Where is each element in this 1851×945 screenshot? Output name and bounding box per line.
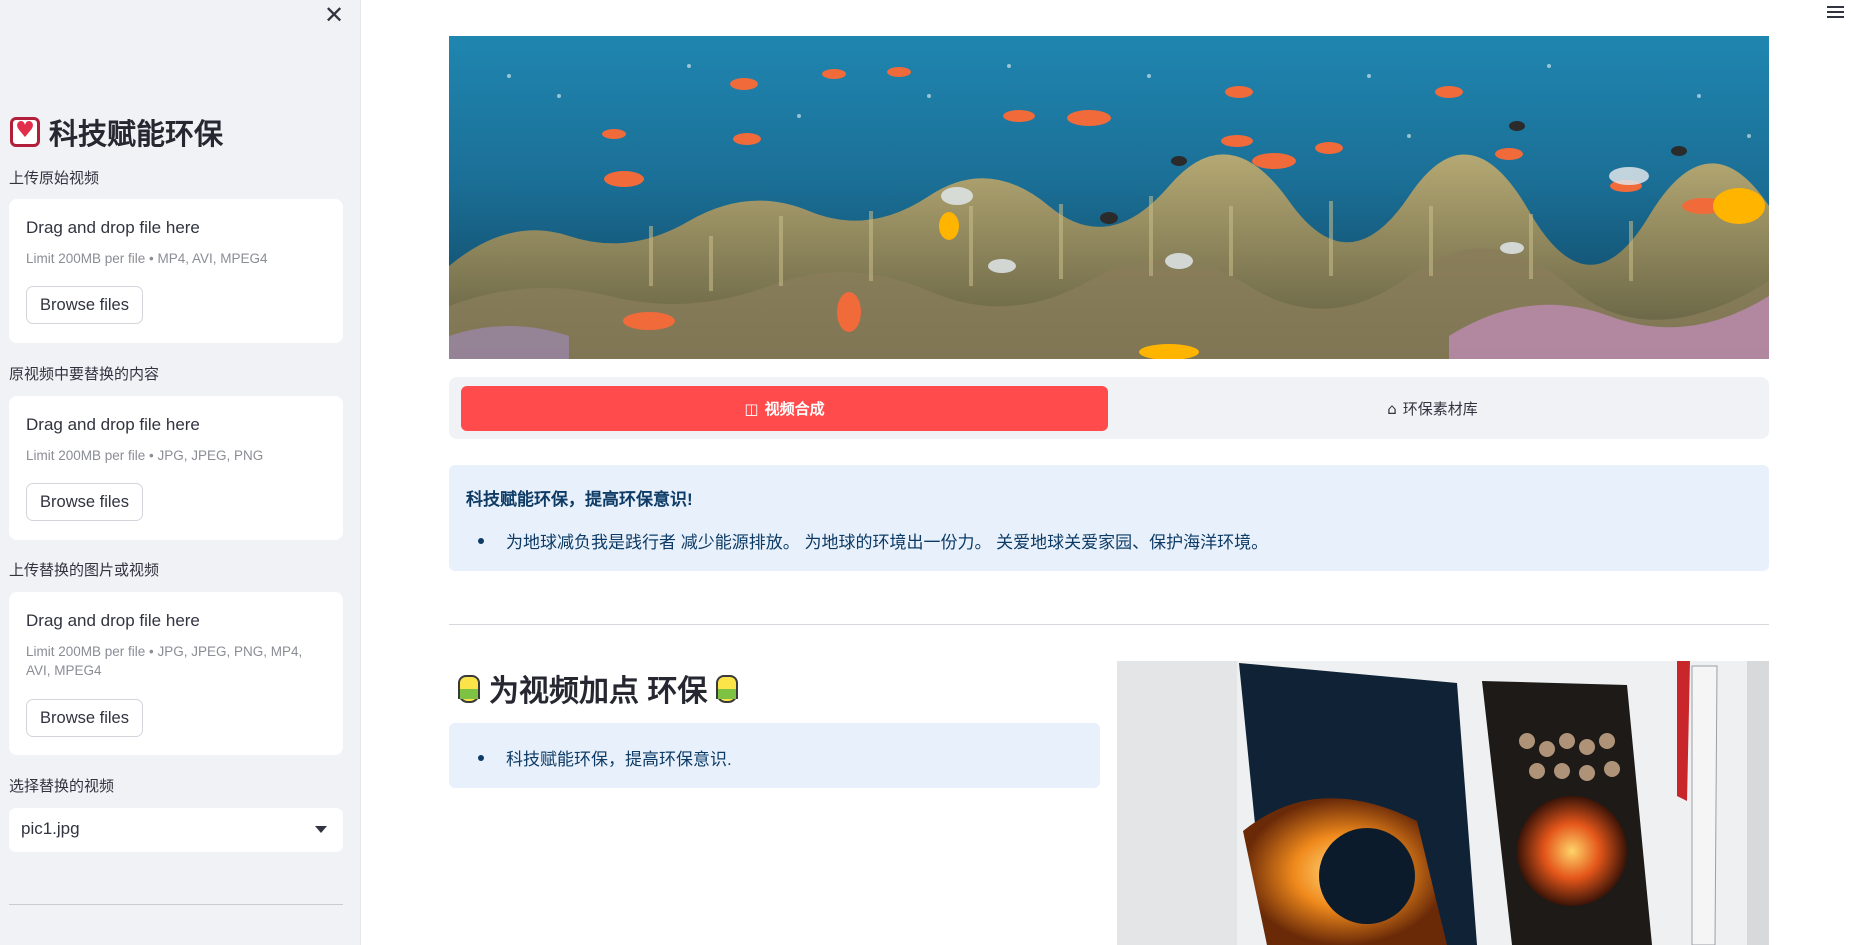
upload-original-label: 上传原始视频 — [9, 170, 100, 187]
close-icon[interactable]: ✕ — [322, 3, 346, 27]
tab-video-synthesis[interactable]: ◫ 视频合成 — [461, 386, 1108, 431]
sidebar-title-text: 科技赋能环保 — [49, 119, 224, 151]
sidebar: ✕ ♥ 科技赋能环保 上传原始视频 Drag and drop file her… — [0, 0, 361, 945]
dropzone-limit: Limit 200MB per file • JPG, JPEG, PNG, M… — [26, 644, 303, 678]
tab-label: 视频合成 — [764, 401, 825, 418]
chevron-down-icon — [315, 826, 327, 833]
dropzone-limit: Limit 200MB per file • MP4, AVI, MPEG4 — [26, 251, 268, 266]
dropzone-text: Drag and drop file here — [26, 218, 200, 237]
select-value: pic1.jpg — [21, 819, 80, 838]
info-box-secondary: 科技赋能环保，提高环保意识. — [449, 723, 1100, 788]
tab-material-library[interactable]: ⌂ 环保素材库 — [1109, 386, 1756, 431]
sidebar-title: ♥ 科技赋能环保 — [9, 112, 223, 152]
info-heading: 科技赋能环保，提高环保意识! — [466, 490, 693, 509]
upload-replacement-dropzone[interactable]: Drag and drop file here Limit 200MB per … — [9, 592, 343, 755]
section-title-text: 为视频加点 环保 — [489, 675, 708, 708]
columns-icon: ◫ — [744, 399, 759, 418]
select-video-label: 选择替换的视频 — [9, 778, 115, 795]
poster-photo — [1117, 661, 1769, 945]
dropzone-text: Drag and drop file here — [26, 415, 200, 434]
section-title: 为视频加点 环保 — [449, 666, 747, 710]
home-icon: ⌂ — [1387, 399, 1397, 418]
info-box: 科技赋能环保，提高环保意识! 为地球减负我是践行者 减少能源排放。 为地球的环境… — [449, 465, 1769, 571]
heart-emoji-icon: ♥ — [9, 116, 41, 148]
upload-replacement-label: 上传替换的图片或视频 — [9, 562, 160, 579]
menu-icon[interactable] — [1827, 5, 1845, 19]
divider — [449, 624, 1769, 625]
bullet-icon — [478, 754, 484, 761]
list-item: 为地球减负我是践行者 减少能源排放。 为地球的环境出一份力。 关爱地球关爱家园、… — [466, 528, 1268, 553]
upload-original-dropzone[interactable]: Drag and drop file here Limit 200MB per … — [9, 199, 343, 343]
list-item-text: 为地球减负我是践行者 减少能源排放。 为地球的环境出一份力。 关爱地球关爱家园、… — [506, 533, 1269, 552]
dropzone-limit: Limit 200MB per file • JPG, JPEG, PNG — [26, 448, 264, 463]
browse-files-button[interactable]: Browse files — [26, 699, 143, 737]
dropzone-text: Drag and drop file here — [26, 611, 200, 630]
banner-image — [449, 36, 1769, 359]
upload-replace-target-dropzone[interactable]: Drag and drop file here Limit 200MB per … — [9, 396, 343, 540]
browse-files-button[interactable]: Browse files — [26, 286, 143, 324]
list-item: 科技赋能环保，提高环保意识. — [466, 745, 732, 770]
bullet-icon — [478, 537, 484, 544]
tab-label: 环保素材库 — [1402, 401, 1478, 418]
select-video-dropdown[interactable]: pic1.jpg — [9, 808, 343, 852]
upload-replace-target-label: 原视频中要替换的内容 — [9, 366, 160, 383]
browse-files-button[interactable]: Browse files — [26, 483, 143, 521]
tab-bar: ◫ 视频合成 ⌂ 环保素材库 — [449, 377, 1769, 439]
bucket-emoji-icon — [455, 671, 483, 705]
sidebar-divider — [9, 904, 343, 905]
list-item-text: 科技赋能环保，提高环保意识. — [506, 750, 732, 769]
bucket-emoji-icon — [713, 671, 741, 705]
